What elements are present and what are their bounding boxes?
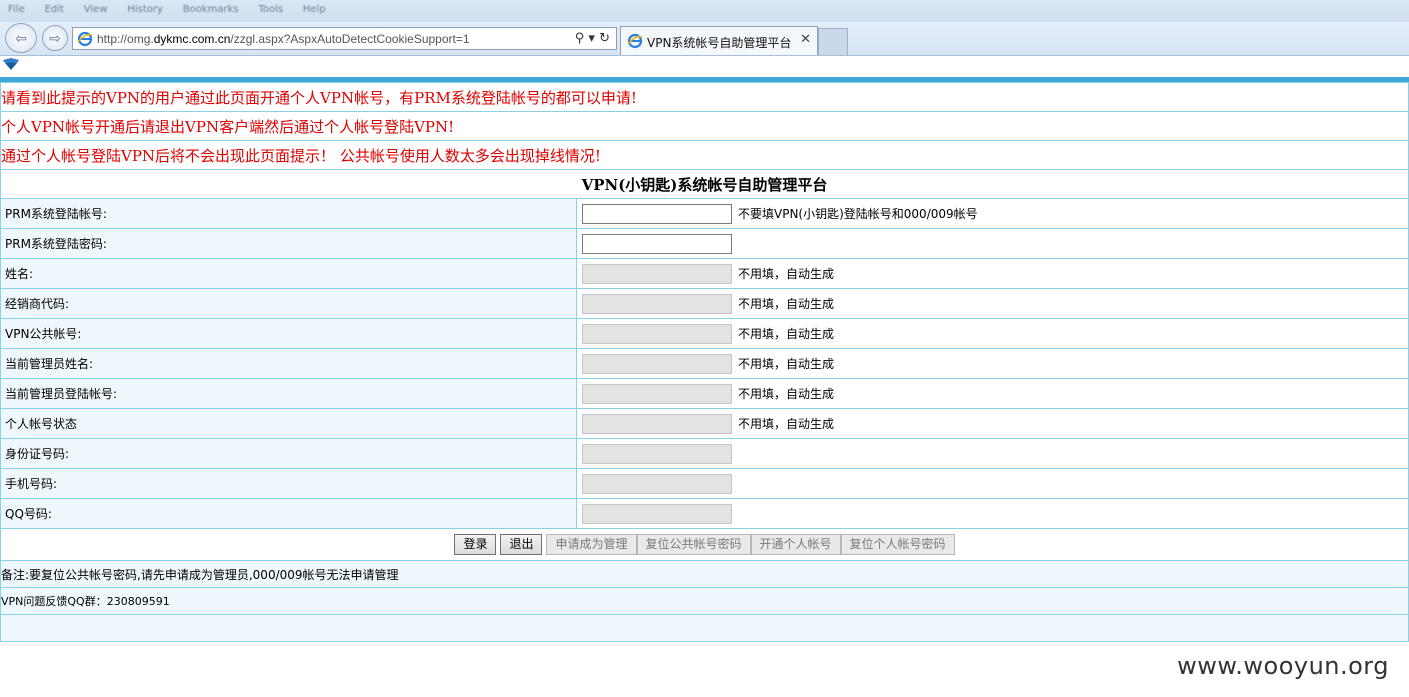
- menu-history[interactable]: History: [127, 4, 163, 15]
- qq-input: [582, 503, 732, 524]
- browser-menu-bar: File Edit View History Bookmarks Tools H…: [0, 0, 1409, 22]
- menu-bookmarks[interactable]: Bookmarks: [183, 4, 239, 15]
- tab-title: VPN系统帐号自助管理平台: [647, 36, 792, 50]
- tab-close-icon[interactable]: ✕: [800, 32, 811, 47]
- field-hint: 不用填，自动生成: [738, 387, 835, 401]
- field-label: 姓名:: [0, 258, 577, 289]
- feedback-text: VPN问题反馈QQ群：230809591: [0, 587, 1409, 615]
- menu-file[interactable]: File: [8, 4, 25, 15]
- prm-password-input[interactable]: [582, 233, 732, 254]
- page-title: VPN(小钥匙)系统帐号自助管理平台: [0, 169, 1409, 199]
- search-refresh-icons[interactable]: ⚲ ▾ ↻: [575, 31, 610, 46]
- reset-public-password-button: 复位公共帐号密码: [636, 534, 751, 555]
- menu-edit[interactable]: Edit: [45, 4, 64, 15]
- form-row-name: 姓名: 不用填，自动生成: [0, 258, 1409, 289]
- menu-tools[interactable]: Tools: [258, 4, 283, 15]
- open-personal-account-button: 开通个人帐号: [750, 534, 841, 555]
- field-hint: 不用填，自动生成: [738, 267, 835, 281]
- form-row-dealer-code: 经销商代码: 不用填，自动生成: [0, 288, 1409, 319]
- notice-line-1: 请看到此提示的VPN的用户通过此页面开通个人VPN帐号，有PRM系统登陆帐号的都…: [0, 82, 1409, 112]
- new-tab-button[interactable]: [818, 28, 848, 55]
- favorites-icon[interactable]: [2, 57, 20, 71]
- form-row-prm-account: PRM系统登陆帐号: 不要填VPN(小钥匙)登陆帐号和000/009帐号: [0, 198, 1409, 229]
- empty-row: [0, 614, 1409, 642]
- form-row-qq: QQ号码:: [0, 498, 1409, 529]
- notice-line-3: 通过个人帐号登陆VPN后将不会出现此页面提示！ 公共帐号使用人数太多会出现掉线情…: [0, 140, 1409, 170]
- field-label: VPN公共帐号:: [0, 318, 577, 349]
- forward-button[interactable]: ⇨: [42, 25, 68, 51]
- form-row-id-number: 身份证号码:: [0, 438, 1409, 469]
- field-label: 个人帐号状态: [0, 408, 577, 439]
- field-label: 经销商代码:: [0, 288, 577, 319]
- prm-account-input[interactable]: [582, 203, 732, 224]
- field-label: 身份证号码:: [0, 438, 577, 469]
- form-row-admin-account: 当前管理员登陆帐号: 不用填，自动生成: [0, 378, 1409, 409]
- reset-personal-password-button: 复位个人帐号密码: [840, 534, 955, 555]
- field-hint: 不用填，自动生成: [738, 327, 835, 341]
- apply-admin-button: 申请成为管理: [546, 534, 637, 555]
- page-content: 请看到此提示的VPN的用户通过此页面开通个人VPN帐号，有PRM系统登陆帐号的都…: [0, 82, 1409, 642]
- back-button[interactable]: ⇦: [5, 23, 37, 53]
- admin-name-input: [582, 353, 732, 374]
- remark-text: 备注:要复位公共帐号密码,请先申请成为管理员,000/009帐号无法申请管理: [0, 560, 1409, 588]
- notice-line-2: 个人VPN帐号开通后请退出VPN客户端然后通过个人帐号登陆VPN!: [0, 111, 1409, 141]
- tab-ie-icon: [627, 33, 643, 49]
- name-input: [582, 263, 732, 284]
- form-row-vpn-public-account: VPN公共帐号: 不用填，自动生成: [0, 318, 1409, 349]
- back-arrow-icon: ⇦: [15, 31, 27, 47]
- field-label: QQ号码:: [0, 498, 577, 529]
- forward-arrow-icon: ⇨: [49, 31, 61, 47]
- address-bar[interactable]: http://omg.dykmc.com.cn/zzgl.aspx?AspxAu…: [72, 27, 617, 50]
- browser-toolbar: ⇦ ⇨ http://omg.dykmc.com.cn/zzgl.aspx?As…: [0, 22, 1409, 56]
- account-status-input: [582, 413, 732, 434]
- logout-button[interactable]: 退出: [500, 534, 543, 555]
- button-row: 登录 退出 申请成为管理 复位公共帐号密码 开通个人帐号 复位个人帐号密码: [0, 528, 1409, 561]
- form-row-prm-password: PRM系统登陆密码:: [0, 228, 1409, 259]
- form-row-account-status: 个人帐号状态 不用填，自动生成: [0, 408, 1409, 439]
- favorites-bar: [0, 56, 1409, 77]
- field-label: 当前管理员登陆帐号:: [0, 378, 577, 409]
- ie-logo-icon: [77, 31, 93, 47]
- field-hint: 不用填，自动生成: [738, 417, 835, 431]
- form-row-phone: 手机号码:: [0, 468, 1409, 499]
- field-label: 手机号码:: [0, 468, 577, 499]
- form-row-admin-name: 当前管理员姓名: 不用填，自动生成: [0, 348, 1409, 379]
- admin-account-input: [582, 383, 732, 404]
- id-number-input: [582, 443, 732, 464]
- watermark: www.wooyun.org: [1177, 652, 1389, 680]
- management-form-table: 请看到此提示的VPN的用户通过此页面开通个人VPN帐号，有PRM系统登陆帐号的都…: [0, 82, 1409, 642]
- field-hint: 不用填，自动生成: [738, 297, 835, 311]
- vpn-public-account-input: [582, 323, 732, 344]
- address-url: http://omg.dykmc.com.cn/zzgl.aspx?AspxAu…: [97, 32, 470, 46]
- field-label: 当前管理员姓名:: [0, 348, 577, 379]
- menu-view[interactable]: View: [84, 4, 108, 15]
- field-label: PRM系统登陆帐号:: [0, 198, 577, 229]
- login-button[interactable]: 登录: [454, 534, 497, 555]
- dealer-code-input: [582, 293, 732, 314]
- field-label: PRM系统登陆密码:: [0, 228, 577, 259]
- menu-help[interactable]: Help: [303, 4, 326, 15]
- browser-tab-active[interactable]: VPN系统帐号自助管理平台 ✕: [620, 26, 818, 55]
- phone-input: [582, 473, 732, 494]
- field-hint: 不用填，自动生成: [738, 357, 835, 371]
- field-hint: 不要填VPN(小钥匙)登陆帐号和000/009帐号: [738, 207, 978, 221]
